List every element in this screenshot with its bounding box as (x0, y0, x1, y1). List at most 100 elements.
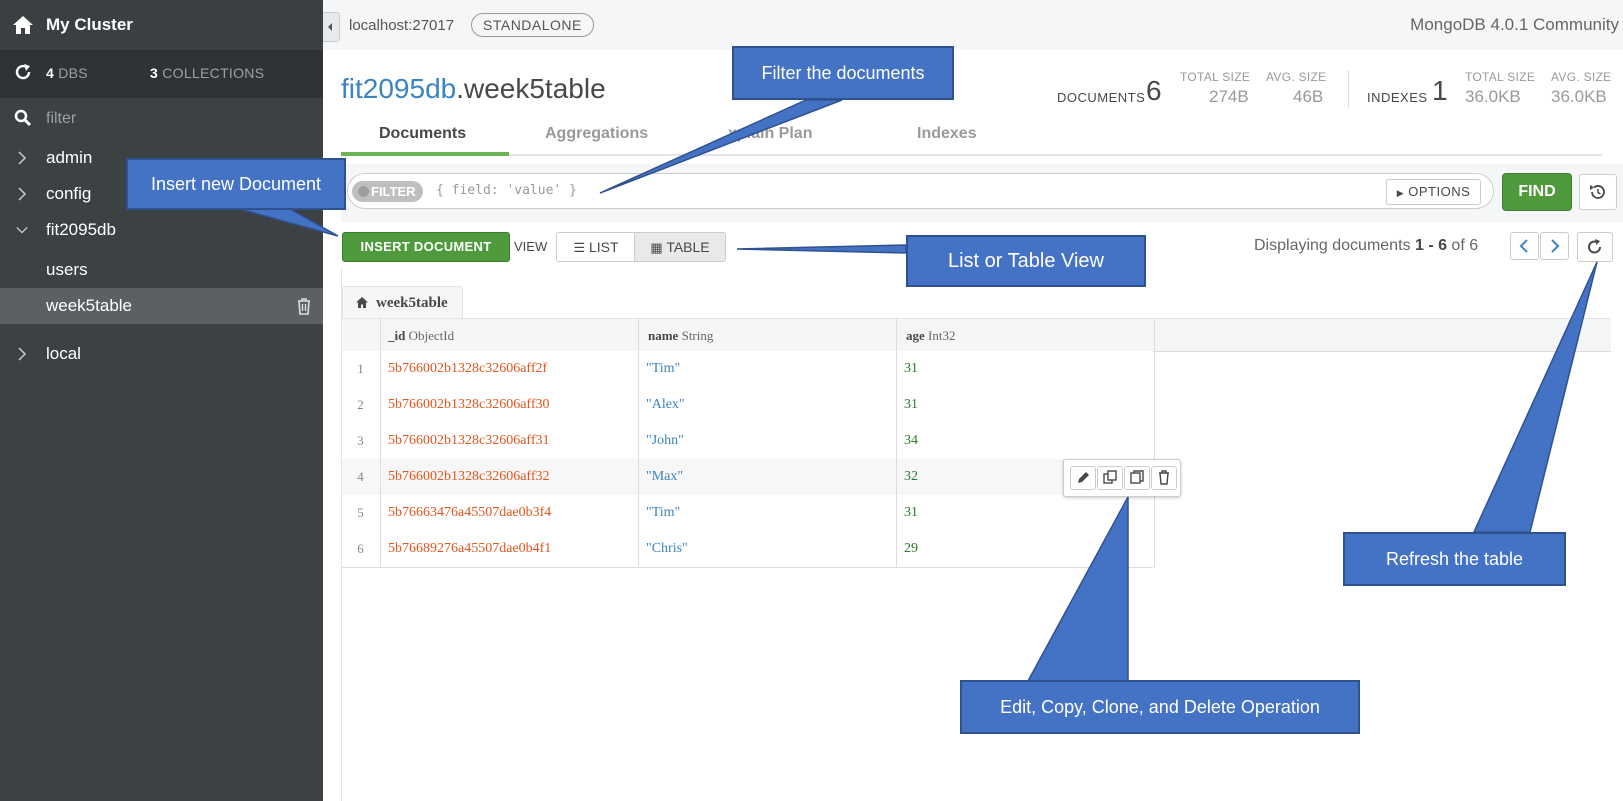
host-address: localhost:27017 (349, 17, 455, 34)
cell-id[interactable]: 5b76689276a45507dae0b4f1 (388, 541, 551, 557)
filter-placeholder[interactable]: { field: 'value' } (436, 183, 577, 198)
copy-document-button[interactable] (1097, 466, 1123, 490)
next-page-button[interactable] (1540, 232, 1569, 260)
query-history-button[interactable] (1579, 174, 1617, 210)
db-name: local (46, 344, 81, 363)
filter-badge: FILTER (352, 181, 423, 202)
caret-left-icon (328, 23, 332, 31)
callout-actions: Edit, Copy, Clone, and Delete Operation (960, 680, 1360, 734)
cell-id[interactable]: 5b766002b1328c32606aff2f (388, 361, 547, 377)
cell-id[interactable]: 5b766002b1328c32606aff31 (388, 433, 550, 449)
tab-explain-plan[interactable]: xplain Plan (728, 125, 812, 143)
active-tab-indicator (341, 152, 509, 156)
home-icon (356, 297, 368, 308)
grid-breadcrumb[interactable]: week5table (342, 286, 463, 319)
cell-age[interactable]: 32 (904, 469, 918, 485)
sidebar-stats: 4 DBS 3 COLLECTIONS (0, 50, 323, 98)
row-index: 3 (357, 433, 364, 448)
row-index: 2 (357, 397, 364, 412)
cluster-name: My Cluster (46, 15, 133, 34)
cell-id[interactable]: 5b766002b1328c32606aff30 (388, 397, 550, 413)
sidebar-item-fit2095db[interactable]: fit2095db (0, 212, 323, 248)
cell-age[interactable]: 31 (904, 361, 918, 377)
table-row[interactable]: 6 5b76689276a45507dae0b4f1 "Chris" 29 (342, 531, 1153, 568)
table-row[interactable]: 4 5b766002b1328c32606aff32 "Max" 32 (342, 459, 1153, 496)
stats-divider (1348, 70, 1349, 108)
collection-name: week5table (46, 296, 133, 315)
chevron-down-icon (16, 226, 28, 234)
info-icon (358, 186, 369, 197)
table-row[interactable]: 1 5b766002b1328c32606aff2f "Tim" 31 (342, 351, 1153, 388)
find-button[interactable]: FIND (1502, 173, 1572, 211)
sidebar-collection-week5table[interactable]: week5table (0, 288, 323, 324)
tab-aggregations[interactable]: Aggregations (545, 125, 648, 143)
callout-refresh: Refresh the table (1343, 532, 1566, 586)
chevron-right-icon (18, 347, 27, 361)
column-header-name[interactable]: name String (648, 328, 713, 344)
table-icon: ▦ (650, 240, 663, 255)
cell-age[interactable]: 31 (904, 397, 918, 413)
insert-document-button[interactable]: INSERT DOCUMENT (342, 232, 510, 262)
db-name: config (46, 184, 92, 203)
sidebar-item-local[interactable]: local (0, 336, 323, 372)
home-icon (13, 16, 33, 34)
delete-document-button[interactable] (1151, 466, 1177, 490)
chevron-right-icon (18, 151, 27, 165)
grid-divider (380, 318, 381, 568)
doc-avg-size: 46B (1293, 87, 1324, 106)
table-row[interactable]: 5 5b76663476a45507dae0b3f4 "Tim" 31 (342, 495, 1153, 532)
refresh-documents-button[interactable] (1577, 232, 1613, 262)
sidebar: My Cluster 4 DBS 3 COLLECTIONS filter ad… (0, 0, 323, 801)
tab-documents[interactable]: Documents (379, 125, 466, 143)
row-index: 1 (357, 361, 364, 376)
cell-name[interactable]: "Chris" (646, 541, 688, 557)
column-header-id[interactable]: _id ObjectId (388, 328, 454, 344)
cell-age[interactable]: 29 (904, 541, 918, 557)
cell-name[interactable]: "Max" (646, 469, 683, 485)
table-row[interactable]: 3 5b766002b1328c32606aff31 "John" 34 (342, 423, 1153, 460)
row-index: 6 (357, 541, 364, 556)
indexes-label: INDEXES (1367, 90, 1428, 105)
cluster-header[interactable]: My Cluster (0, 0, 323, 50)
edit-document-button[interactable] (1070, 466, 1096, 490)
clone-document-button[interactable] (1124, 466, 1150, 490)
db-name: admin (46, 148, 93, 167)
cell-id[interactable]: 5b76663476a45507dae0b3f4 (388, 505, 551, 521)
cell-name[interactable]: "John" (646, 433, 684, 449)
documents-label: DOCUMENTS (1057, 90, 1146, 105)
column-header-age[interactable]: age Int32 (906, 328, 955, 344)
tabs-baseline (341, 154, 1602, 156)
collapse-sidebar-button[interactable] (323, 12, 340, 42)
cell-name[interactable]: "Tim" (646, 361, 680, 377)
options-button[interactable]: ▶ OPTIONS (1386, 179, 1481, 205)
trash-icon (1159, 470, 1169, 485)
copy-icon (1103, 470, 1117, 484)
chevron-right-icon (1551, 239, 1560, 253)
pencil-icon (1078, 472, 1089, 483)
cell-age[interactable]: 34 (904, 433, 918, 449)
sidebar-filter[interactable]: filter (0, 98, 323, 138)
topology-badge: STANDALONE (471, 13, 594, 37)
table-view-button[interactable]: ▦ TABLE (634, 232, 726, 262)
list-icon: ☰ (573, 240, 586, 255)
prev-page-button[interactable] (1510, 232, 1539, 260)
collection-title: fit2095db.week5table (341, 73, 606, 105)
trash-icon[interactable] (296, 297, 312, 315)
table-row[interactable]: 2 5b766002b1328c32606aff30 "Alex" 31 (342, 387, 1153, 424)
cell-age[interactable]: 31 (904, 505, 918, 521)
sidebar-filter-input[interactable]: filter (46, 110, 76, 128)
row-index: 5 (357, 505, 364, 520)
top-bar: localhost:27017 STANDALONE MongoDB 4.0.1… (323, 0, 1623, 50)
collections-stat: 3 COLLECTIONS (150, 65, 265, 81)
cell-name[interactable]: "Tim" (646, 505, 680, 521)
grid-divider (638, 318, 639, 568)
list-view-button[interactable]: ☰ LIST (556, 232, 636, 262)
caret-right-icon: ▶ (1396, 188, 1405, 198)
tab-indexes[interactable]: Indexes (917, 125, 977, 143)
clone-icon (1130, 470, 1144, 484)
db-link[interactable]: fit2095db (341, 73, 456, 104)
refresh-icon[interactable] (14, 63, 32, 81)
cell-id[interactable]: 5b766002b1328c32606aff32 (388, 469, 550, 485)
cell-name[interactable]: "Alex" (646, 397, 685, 413)
sidebar-collection-users[interactable]: users (0, 252, 323, 288)
